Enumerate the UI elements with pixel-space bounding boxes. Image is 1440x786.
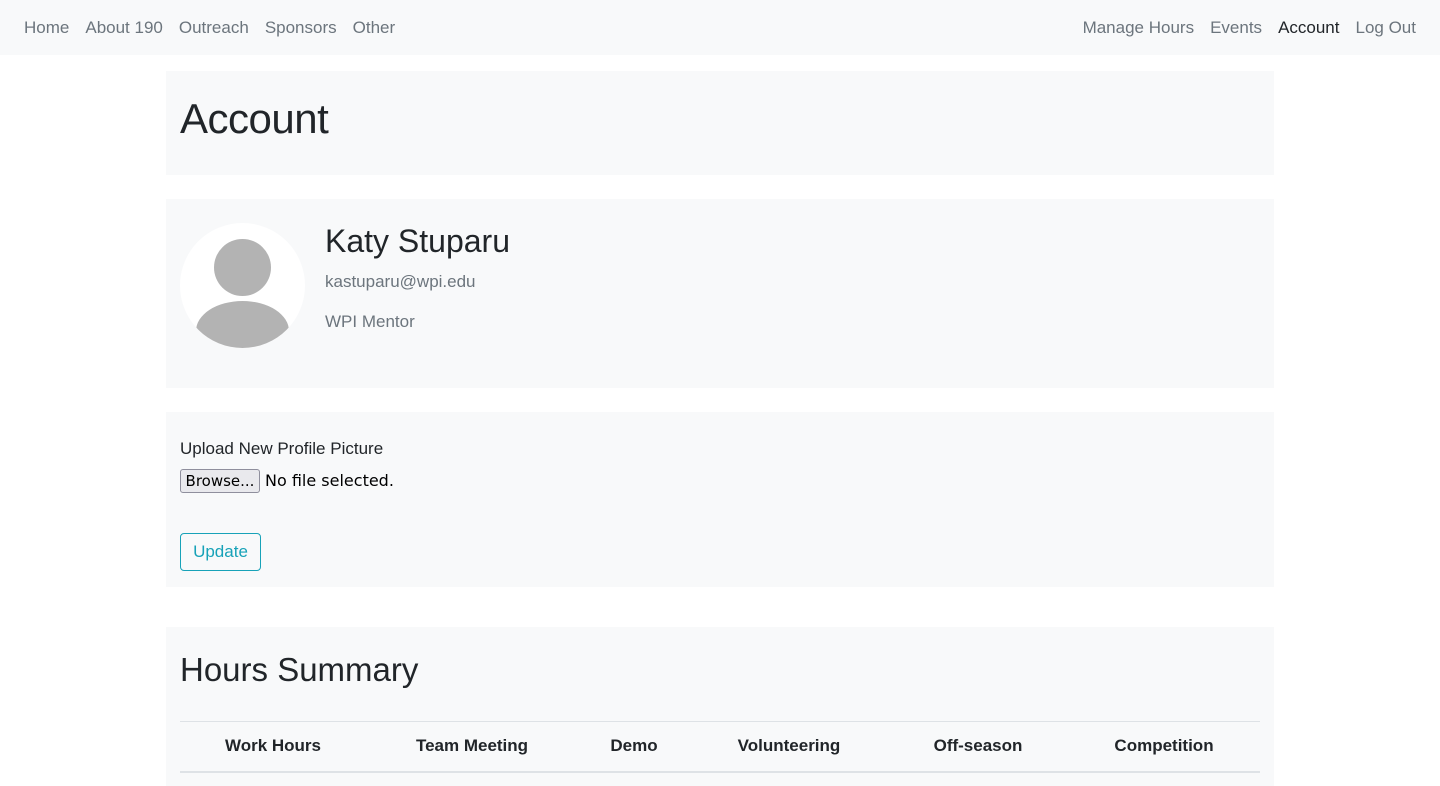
upload-card: Upload New Profile Picture Browse... No … (166, 412, 1274, 587)
column-header-work-hours: Work Hours (180, 721, 366, 773)
nav-link-account[interactable]: Account (1270, 18, 1347, 38)
profile-email: kastuparu@wpi.edu (325, 272, 476, 291)
nav-link-about-190[interactable]: About 190 (77, 18, 171, 38)
top-navbar: Home About 190 Outreach Sponsors Other M… (0, 0, 1440, 55)
profile-name: Katy Stuparu (325, 223, 510, 259)
update-button[interactable]: Update (180, 533, 261, 571)
column-header-off-season: Off-season (888, 721, 1068, 773)
avatar-head (214, 239, 271, 296)
nav-link-home[interactable]: Home (16, 18, 77, 38)
column-header-volunteering: Volunteering (690, 721, 888, 773)
page-title: Account (180, 95, 329, 142)
upload-picture-label: Upload New Profile Picture (180, 439, 384, 458)
title-card: Account (166, 71, 1274, 175)
hours-summary-card: Hours Summary Work Hours Team Meeting De… (166, 627, 1274, 786)
hours-summary-title: Hours Summary (180, 651, 419, 688)
nav-link-events[interactable]: Events (1202, 18, 1270, 38)
profile-card: Katy Stuparu kastuparu@wpi.edu WPI Mento… (166, 199, 1274, 388)
nav-link-manage-hours[interactable]: Manage Hours (1075, 18, 1203, 38)
avatar-body (196, 301, 289, 348)
table-header-row: Work Hours Team Meeting Demo Volunteerin… (180, 721, 1260, 773)
nav-link-log-out[interactable]: Log Out (1348, 18, 1425, 38)
nav-link-outreach[interactable]: Outreach (171, 18, 257, 38)
column-header-competition: Competition (1068, 721, 1260, 773)
column-header-demo: Demo (578, 721, 690, 773)
hours-summary-table: Work Hours Team Meeting Demo Volunteerin… (180, 721, 1260, 773)
nav-link-sponsors[interactable]: Sponsors (257, 18, 345, 38)
file-status-text: No file selected. (265, 471, 394, 490)
profile-role: WPI Mentor (325, 312, 415, 331)
nav-link-other[interactable]: Other (345, 18, 404, 38)
column-header-team-meeting: Team Meeting (366, 721, 578, 773)
nav-right-group: Manage Hours Events Account Log Out (1075, 18, 1424, 38)
browse-file-button[interactable]: Browse... (180, 469, 260, 493)
nav-left-group: Home About 190 Outreach Sponsors Other (16, 18, 403, 38)
user-silhouette-icon (180, 223, 305, 348)
